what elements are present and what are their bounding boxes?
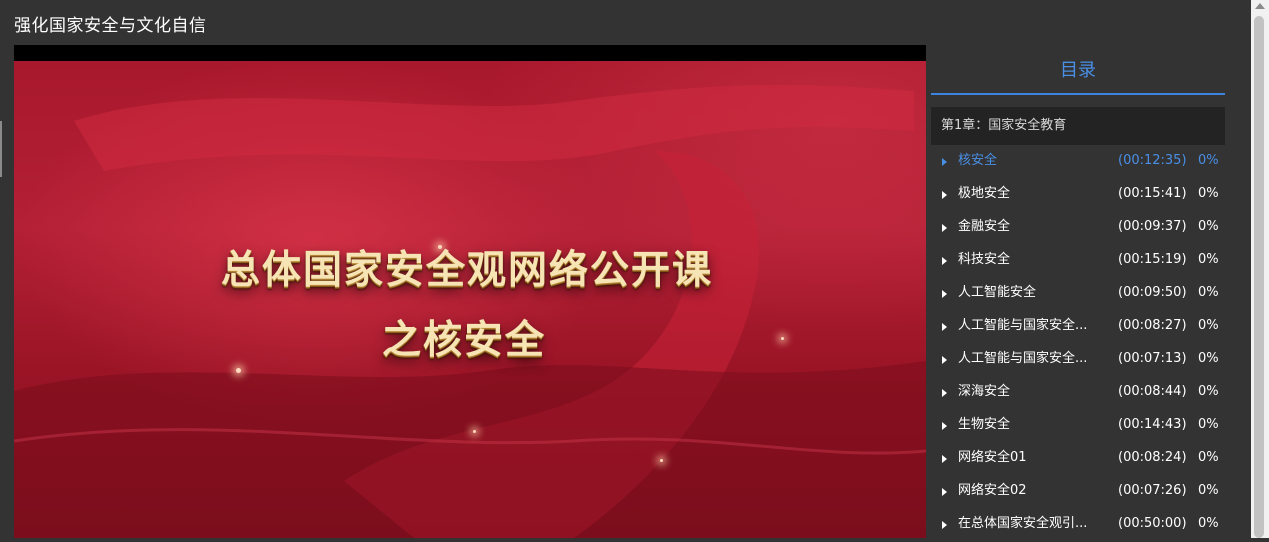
lesson-item[interactable]: 科技安全 (00:15:19) 0% (931, 245, 1225, 278)
lesson-duration: (00:14:43) (1118, 417, 1187, 432)
lesson-progress: 0% (1198, 516, 1219, 531)
lesson-title: 生物安全 (958, 417, 1011, 432)
sparkle-icon (473, 430, 476, 433)
play-triangle-icon (942, 158, 947, 166)
lesson-progress: 0% (1198, 417, 1219, 432)
lesson-title: 极地安全 (958, 186, 1011, 201)
video-headline-line2: 之核安全 (381, 318, 546, 363)
lesson-item[interactable]: 人工智能与国家安全... (00:07:13) 0% (931, 344, 1225, 377)
lesson-duration: (00:15:41) (1118, 186, 1187, 201)
lesson-duration: (00:08:27) (1118, 318, 1187, 333)
lesson-progress: 0% (1198, 351, 1219, 366)
lesson-title: 人工智能与国家安全... (958, 351, 1088, 366)
lesson-title: 深海安全 (958, 384, 1011, 399)
lesson-duration: (00:08:44) (1118, 384, 1187, 399)
ribbon-decoration (14, 85, 926, 538)
lesson-progress: 0% (1198, 285, 1219, 300)
lesson-duration: (00:08:24) (1118, 450, 1187, 465)
play-triangle-icon (942, 191, 947, 199)
lesson-item[interactable]: 网络安全01 (00:08:24) 0% (931, 443, 1225, 476)
lesson-progress: 0% (1198, 186, 1219, 201)
lesson-progress: 0% (1198, 153, 1219, 168)
lesson-duration: (00:50:00) (1118, 516, 1187, 531)
lesson-progress: 0% (1198, 252, 1219, 267)
sparkle-icon (236, 368, 241, 373)
lesson-title: 金融安全 (958, 219, 1011, 234)
lesson-progress: 0% (1198, 219, 1219, 234)
lesson-duration: (00:09:37) (1118, 219, 1187, 234)
video-frame[interactable]: 总体国家安全观网络公开课 之核安全 (14, 61, 926, 538)
sparkle-icon (660, 459, 663, 462)
lesson-title: 人工智能与国家安全... (958, 318, 1088, 333)
lesson-duration: (00:07:26) (1118, 483, 1187, 498)
video-headline-line1: 总体国家安全观网络公开课 (220, 248, 713, 293)
play-triangle-icon (942, 488, 947, 496)
lesson-title: 在总体国家安全观引... (958, 516, 1088, 531)
lesson-item[interactable]: 网络安全02 (00:07:26) 0% (931, 476, 1225, 509)
lesson-list: 核安全 (00:12:35) 0% 极地安全 (00:15:41) 0% 金融安… (931, 146, 1225, 542)
play-triangle-icon (942, 257, 947, 265)
lesson-item[interactable]: 极地安全 (00:15:41) 0% (931, 179, 1225, 212)
play-triangle-icon (942, 521, 947, 529)
catalog-tab[interactable]: 目录 (931, 45, 1225, 95)
lesson-item[interactable]: 人工智能与国家安全... (00:08:27) 0% (931, 311, 1225, 344)
play-triangle-icon (942, 356, 947, 364)
page-title: 强化国家安全与文化自信 (14, 16, 207, 36)
video-player[interactable]: 总体国家安全观网络公开课 之核安全 (14, 45, 926, 538)
lesson-progress: 0% (1198, 318, 1219, 333)
catalog-panel: 目录 第1章：国家安全教育 核安全 (00:12:35) 0% 极地安全 (00… (931, 45, 1225, 542)
lesson-progress: 0% (1198, 384, 1219, 399)
lesson-progress: 0% (1198, 450, 1219, 465)
lesson-item[interactable]: 深海安全 (00:08:44) 0% (931, 377, 1225, 410)
lesson-item[interactable]: 核安全 (00:12:35) 0% (931, 146, 1225, 179)
play-triangle-icon (942, 323, 947, 331)
lesson-title: 科技安全 (958, 252, 1011, 267)
play-triangle-icon (942, 455, 947, 463)
lesson-title: 核安全 (958, 153, 998, 168)
lesson-item[interactable]: 在总体国家安全观引... (00:50:00) 0% (931, 509, 1225, 542)
scroll-up-arrow-icon[interactable] (1255, 3, 1265, 9)
lesson-item[interactable]: 人工智能安全 (00:09:50) 0% (931, 278, 1225, 311)
lesson-item[interactable]: 生物安全 (00:14:43) 0% (931, 410, 1225, 443)
scrollbar-thumb[interactable] (1254, 16, 1264, 538)
lesson-title: 网络安全01 (958, 450, 1027, 465)
left-edge-marker (0, 121, 2, 177)
play-triangle-icon (942, 422, 947, 430)
lesson-duration: (00:07:13) (1118, 351, 1187, 366)
play-triangle-icon (942, 224, 947, 232)
lesson-duration: (00:15:19) (1118, 252, 1187, 267)
lesson-progress: 0% (1198, 483, 1219, 498)
chapter-header[interactable]: 第1章：国家安全教育 (931, 107, 1225, 145)
lesson-title: 人工智能安全 (958, 285, 1037, 300)
lesson-title: 网络安全02 (958, 483, 1027, 498)
play-triangle-icon (942, 290, 947, 298)
page-scrollbar[interactable] (1251, 0, 1269, 538)
play-triangle-icon (942, 389, 947, 397)
lesson-duration: (00:09:50) (1118, 285, 1187, 300)
lesson-duration: (00:12:35) (1118, 153, 1187, 168)
lesson-item[interactable]: 金融安全 (00:09:37) 0% (931, 212, 1225, 245)
